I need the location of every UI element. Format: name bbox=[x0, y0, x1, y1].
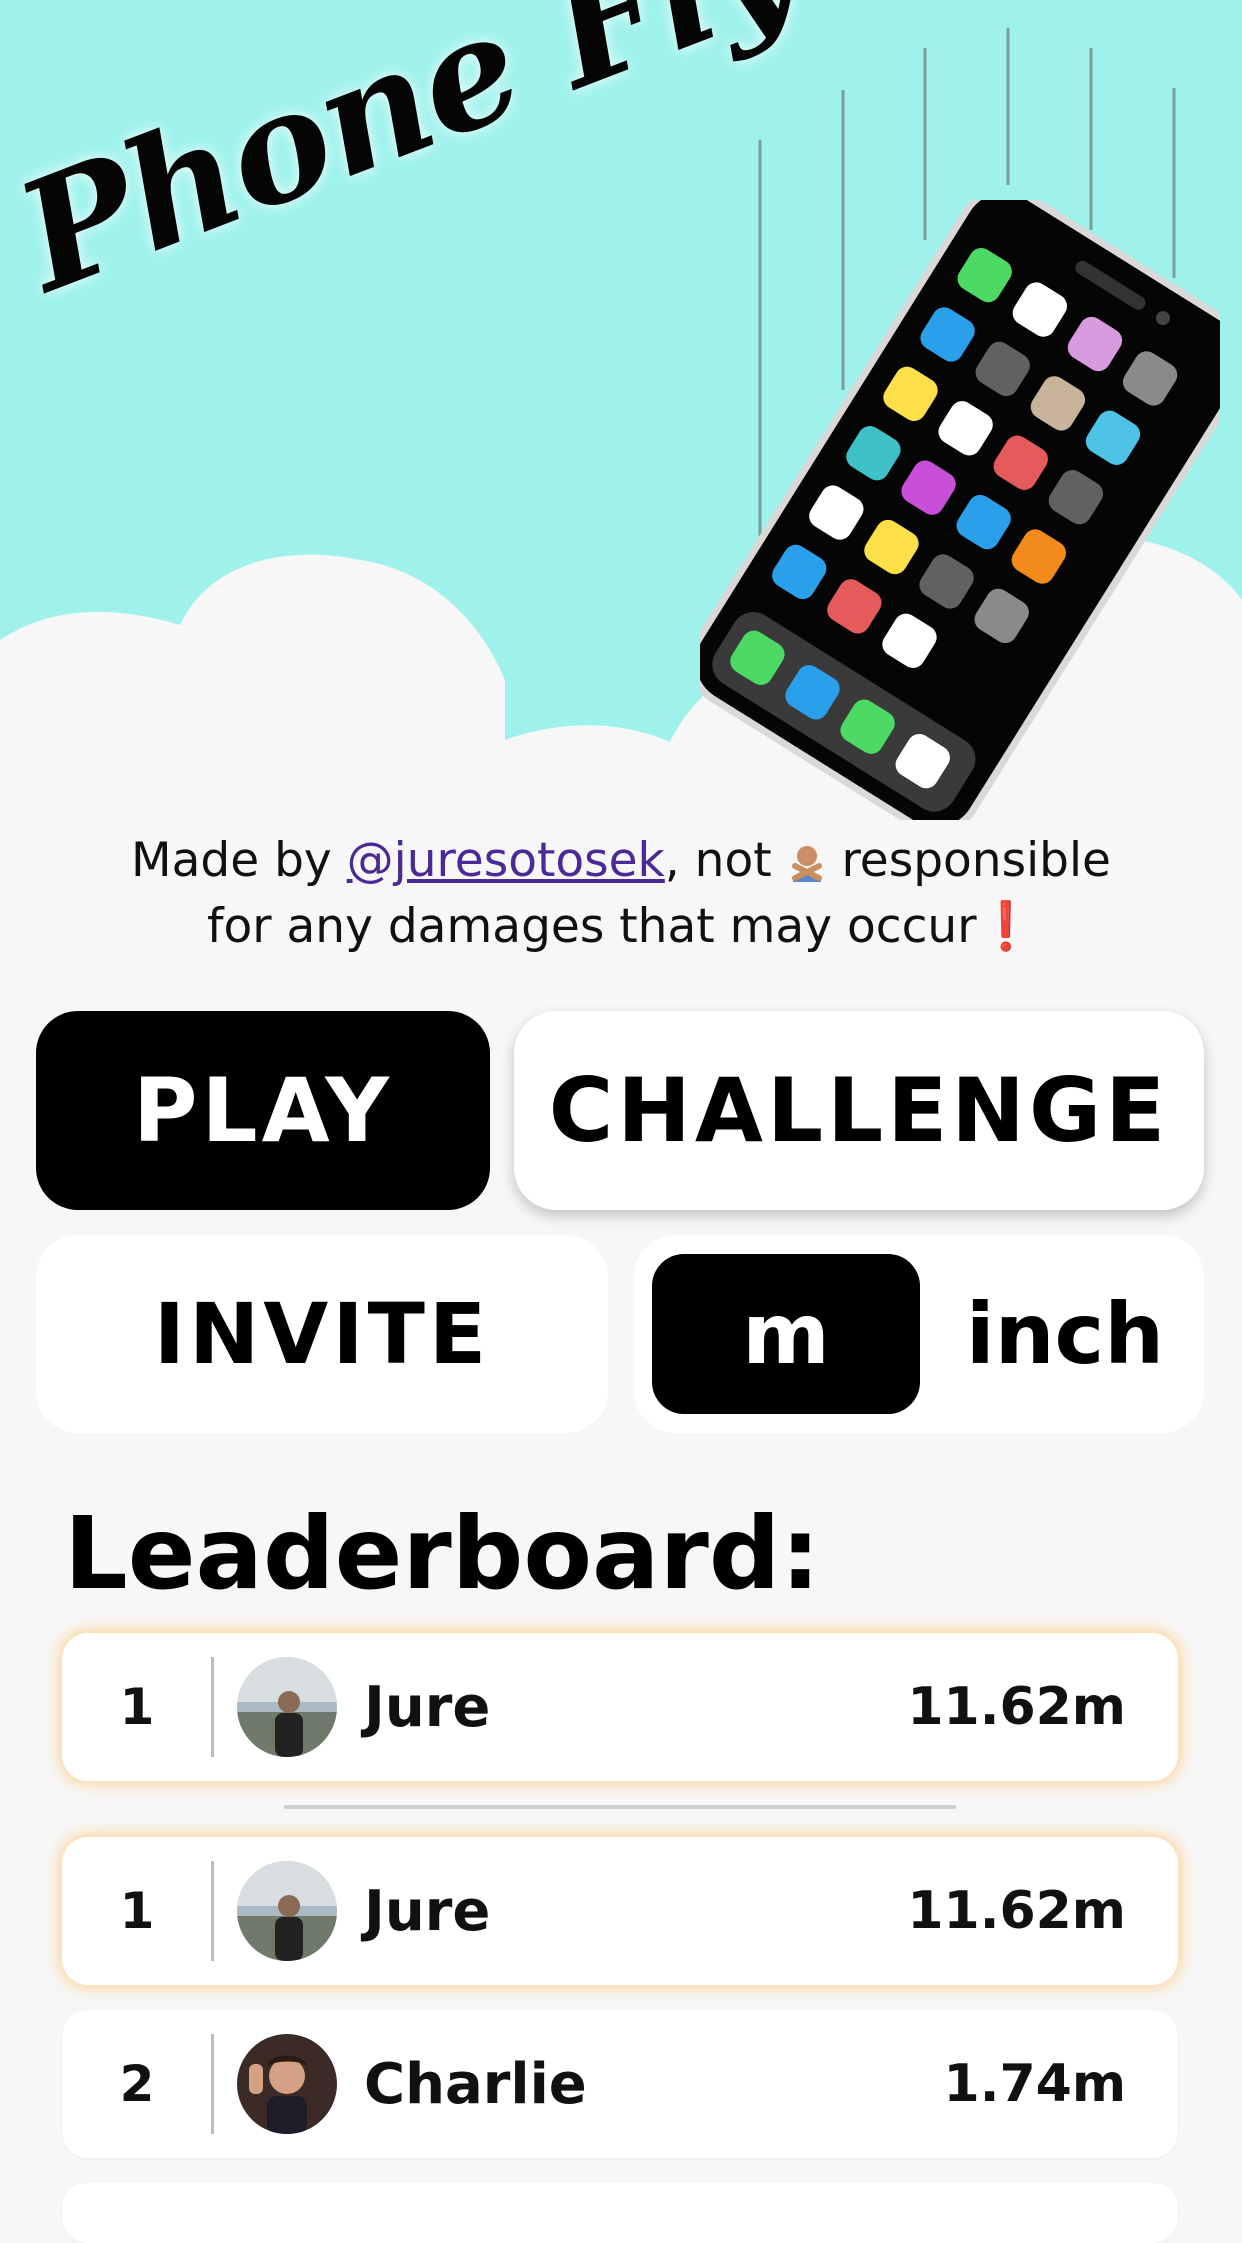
play-button[interactable]: PLAY bbox=[36, 1011, 490, 1210]
unit-option-inch[interactable]: inch bbox=[934, 1254, 1196, 1414]
person-facepalm-icon bbox=[787, 834, 827, 882]
unit-toggle: m inch bbox=[634, 1235, 1204, 1433]
player-score: 11.62m bbox=[907, 1677, 1126, 1737]
player-name: Jure bbox=[364, 1878, 491, 1944]
avatar bbox=[237, 1657, 337, 1757]
invite-button[interactable]: INVITE bbox=[36, 1235, 608, 1433]
rank: 2 bbox=[119, 2055, 155, 2113]
table-row[interactable]: 2 Charlie 1.74m bbox=[62, 2010, 1178, 2158]
credit-line2: for any damages that may occur bbox=[206, 899, 977, 954]
avatar bbox=[237, 2034, 337, 2134]
avatar bbox=[237, 1861, 337, 1961]
divider bbox=[211, 1861, 214, 1961]
exclamation-icon: ❗ bbox=[976, 899, 1036, 954]
player-score: 1.74m bbox=[943, 2054, 1126, 2114]
credit-suffix: responsible bbox=[826, 833, 1111, 888]
rank: 1 bbox=[119, 1678, 155, 1736]
table-row[interactable]: 1 Jure 11.62m bbox=[62, 1837, 1178, 1985]
current-user-row[interactable]: 1 Jure 11.62m bbox=[62, 1633, 1178, 1781]
divider bbox=[211, 2034, 214, 2134]
player-score: 11.62m bbox=[907, 1881, 1126, 1941]
divider bbox=[211, 1657, 214, 1757]
author-handle-link[interactable]: @juresotosek bbox=[347, 833, 665, 888]
challenge-button[interactable]: CHALLENGE bbox=[514, 1011, 1204, 1210]
phone-icon bbox=[688, 185, 1242, 835]
table-row[interactable] bbox=[62, 2183, 1178, 2243]
player-name: Jure bbox=[364, 1674, 491, 1740]
unit-option-m[interactable]: m bbox=[652, 1254, 920, 1414]
credit-text: Made by @juresotosek, not responsible fo… bbox=[40, 828, 1202, 960]
section-divider bbox=[284, 1805, 956, 1809]
credit-prefix: Made by bbox=[131, 833, 347, 888]
leaderboard-title: Leaderboard: bbox=[64, 1495, 821, 1612]
rank: 1 bbox=[119, 1882, 155, 1940]
credit-middle: , not bbox=[664, 833, 787, 888]
player-name: Charlie bbox=[364, 2051, 587, 2117]
